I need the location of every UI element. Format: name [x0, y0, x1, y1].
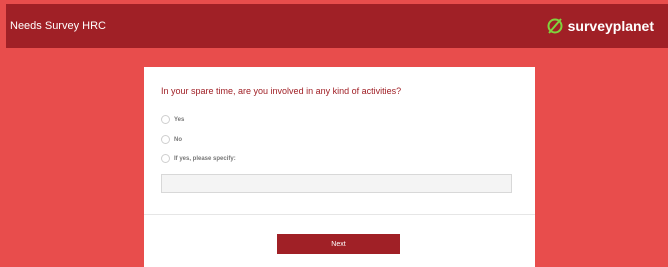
- question-text: In your spare time, are you involved in …: [161, 86, 402, 96]
- brand-logo: surveyplanet: [546, 17, 654, 35]
- survey-title: Needs Survey HRC: [10, 20, 106, 32]
- radio-specify[interactable]: [161, 154, 170, 163]
- next-button[interactable]: Next: [277, 234, 400, 254]
- brand-name: surveyplanet: [567, 18, 654, 34]
- option-specify[interactable]: If yes, please specify:: [161, 154, 236, 163]
- surveyplanet-logo-icon: [547, 18, 563, 34]
- option-yes[interactable]: Yes: [161, 115, 184, 124]
- header-bar: Needs Survey HRC surveyplanet: [6, 4, 668, 48]
- option-no-label: No: [174, 136, 182, 143]
- option-yes-label: Yes: [174, 116, 185, 123]
- option-specify-label: If yes, please specify:: [174, 155, 236, 162]
- option-no[interactable]: No: [161, 135, 182, 144]
- specify-input[interactable]: [161, 174, 512, 193]
- divider: [144, 214, 535, 215]
- radio-yes[interactable]: [161, 115, 170, 124]
- radio-no[interactable]: [161, 135, 170, 144]
- survey-card: In your spare time, are you involved in …: [144, 67, 535, 267]
